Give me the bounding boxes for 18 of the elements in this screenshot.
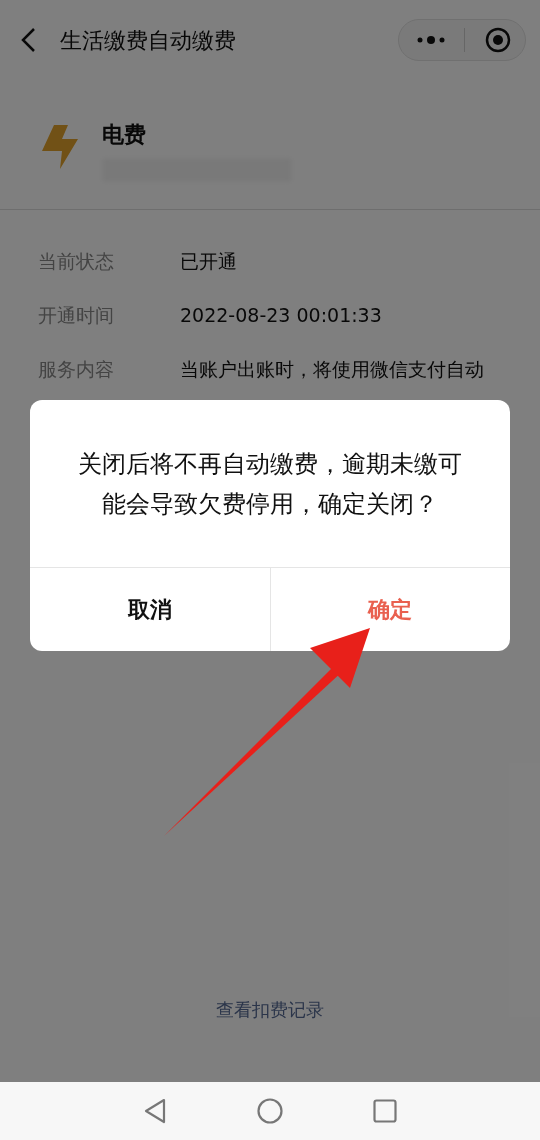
back-icon[interactable] [20,27,36,53]
back-triangle-icon[interactable] [143,1098,167,1124]
charge-records-link[interactable]: 查看扣费记录 [216,996,324,1023]
home-circle-icon[interactable] [257,1098,283,1124]
page-title: 生活缴费自动缴费 [60,26,236,55]
biller-name: 电费 [102,121,147,149]
detail-label: 开通时间 [38,303,115,328]
detail-value: 2022-08-23 00:01:33 [180,303,383,328]
dialog-message: 关闭后将不再自动缴费，逾期未缴可能会导致欠费停用，确定关闭？ [77,448,463,520]
cancel-button[interactable]: 取消 [30,568,270,651]
close-target-icon[interactable] [485,27,511,53]
detail-value: 已开通 [180,249,238,274]
detail-label: 服务内容 [38,357,115,382]
lightning-icon [40,125,78,169]
detail-value: 当账户出账时，将使用微信支付自动 [180,357,485,382]
detail-label: 当前状态 [38,249,115,274]
more-icon[interactable] [417,35,445,45]
recents-square-icon[interactable] [373,1099,397,1123]
